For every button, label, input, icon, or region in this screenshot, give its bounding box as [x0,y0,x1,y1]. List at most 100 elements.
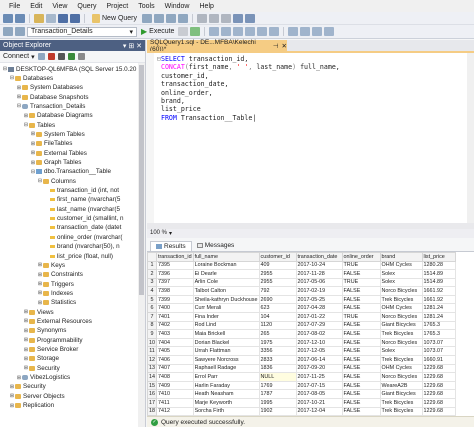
tree-node[interactable]: ⊞ Programmability [0,336,83,344]
table-cell[interactable]: 1514.89 [421,269,456,279]
tree-node[interactable]: transaction_date (datet [0,224,121,232]
table-cell[interactable]: 7405 [156,346,194,357]
table-cell[interactable]: FALSE [341,337,381,348]
table-cell[interactable]: TRUE [341,312,381,322]
table-row[interactable]: 16 7410 Heath Neasham 1787 2017-08-05 FALSE Gi… [147,389,456,399]
table-cell[interactable]: 1073.07 [421,337,456,348]
table-cell[interactable]: 1120 [258,320,297,331]
table-cell[interactable]: 2690 [258,294,297,305]
tree-node[interactable]: list_price (float, null) [0,252,113,260]
connect-icon[interactable] [3,27,13,36]
uncomment-icon[interactable] [300,27,311,36]
tree-node[interactable]: ⊞ Service Broker [0,346,78,354]
decrease-indent-icon[interactable] [312,27,323,36]
open-file-icon[interactable] [46,13,56,23]
table-row[interactable]: 5 7399 Sheila-kathryn Duckhouse 2690 2017-05… [147,294,456,305]
cut-icon[interactable] [197,13,208,23]
tree-node[interactable]: ⊞ Graph Tables [0,159,81,167]
menu-item-window[interactable]: Window [160,3,195,10]
results-grid[interactable]: transaction_id full_name customer_id transa… [147,251,474,416]
table-cell[interactable]: Fina Inder [192,312,260,322]
tree-node[interactable]: ⊞ Views [0,308,54,316]
table-cell[interactable]: TRUE [341,260,381,271]
table-cell[interactable]: 2017-09-20 [295,363,343,374]
table-cell[interactable]: Norco Bicycles [379,337,423,348]
table-cell[interactable]: 2017-12-04 [295,406,343,416]
table-cell[interactable]: 2017-06-14 [295,355,343,365]
filter-icon[interactable] [57,53,65,60]
table-cell[interactable]: 1902 [258,406,297,416]
comment-icon[interactable] [288,27,299,36]
tree-node[interactable]: brand (nvarchar(50), n [0,243,120,251]
table-row[interactable]: 7 7401 Fina Inder 104 2017-01-22 TRUE Norco Bi… [147,312,456,322]
row-number[interactable]: 13 [147,363,157,374]
table-cell[interactable]: 7399 [156,294,194,305]
increase-indent-icon[interactable] [324,27,335,36]
table-row[interactable]: 6 7400 Curr Merali 623 2017-04-28 FALSE OHM Cy… [147,303,456,314]
table-cell[interactable]: 7406 [156,355,194,365]
table-cell[interactable]: WeareA2B [379,380,423,391]
query-editor[interactable]: ⊟SELECT transaction_id, CONCAT(first_nam… [147,51,474,231]
table-cell[interactable]: 1765.3 [421,320,456,331]
new-file-icon[interactable] [34,13,44,23]
row-number[interactable]: 4 [147,286,157,296]
table-cell[interactable]: 1975 [258,337,297,348]
table-cell[interactable]: OHM Cycles [379,363,423,374]
table-cell[interactable]: 7400 [156,303,194,314]
table-cell[interactable]: FALSE [341,320,381,331]
table-cell[interactable]: 7410 [156,389,194,399]
row-number[interactable]: 14 [147,372,157,382]
tree-node[interactable]: ⊞ FileTables [0,140,72,148]
column-header-customer-id[interactable]: customer_id [258,252,297,262]
table-cell[interactable]: 104 [258,312,297,322]
table-cell[interactable]: 2017-08-02 [295,329,343,339]
table-cell[interactable]: 1229.68 [421,389,456,399]
column-header-list-price[interactable]: list_price [421,252,456,262]
table-cell[interactable]: FALSE [341,286,381,296]
table-cell[interactable]: 1995 [258,398,297,408]
table-cell[interactable]: Talbot Calton [192,286,260,296]
table-cell[interactable]: Giant Bicycles [379,389,423,399]
intellisense-icon[interactable] [233,27,244,36]
table-cell[interactable]: FALSE [341,329,381,339]
table-cell[interactable]: Arlin Cole [192,277,260,288]
table-cell[interactable]: FALSE [341,372,381,382]
tree-node[interactable]: last_name (nvarchar(5 [0,205,120,213]
row-number[interactable]: 10 [147,337,157,348]
row-number[interactable]: 8 [147,320,157,331]
table-cell[interactable]: Urrah Flattman [192,346,260,357]
table-cell[interactable]: Trek Bicycles [379,329,423,339]
row-number[interactable]: 6 [147,303,157,314]
table-cell[interactable]: Norco Bicycles [379,312,423,322]
forward-icon[interactable] [15,13,25,23]
table-cell[interactable]: 7407 [156,363,194,374]
change-connection-icon[interactable] [15,27,25,36]
table-cell[interactable]: FALSE [341,398,381,408]
tree-node[interactable]: ⊟ dbo.Transaction__Table [0,168,111,176]
tree-node[interactable]: ⊞ System Tables [0,130,85,138]
table-cell[interactable]: 7395 [156,260,194,271]
table-cell[interactable]: 7408 [156,372,194,382]
table-cell[interactable]: 2955 [258,277,297,288]
tree-vertical-scrollbar[interactable] [138,63,145,427]
tree-node[interactable]: ⊟ Transaction_Details [0,102,86,110]
table-cell[interactable]: 2017-07-15 [295,380,343,391]
tree-node[interactable]: ⊞ Triggers [0,280,74,288]
table-cell[interactable]: 1765.3 [421,329,456,339]
table-row[interactable]: 1 7395 Loraine Bockman 409 2017-10-24 TRUE OHM… [147,260,456,271]
table-cell[interactable]: FALSE [341,303,381,314]
tree-node[interactable]: ⊟ Tables [0,121,55,129]
row-number[interactable]: 2 [147,269,157,279]
table-cell[interactable]: Trek Bicycles [379,294,423,305]
table-cell[interactable]: 1229.68 [421,406,456,416]
table-cell[interactable]: Solex [379,277,423,288]
tree-node[interactable]: ⊞ Keys [0,261,65,269]
tree-node[interactable]: ⊞ Security [0,364,60,372]
table-cell[interactable]: 792 [258,286,297,296]
table-cell[interactable]: Harlin Faraday [192,380,260,391]
table-cell[interactable]: TRUE [341,277,381,288]
column-header-online-order[interactable]: online_order [341,252,381,262]
tree-node[interactable]: ⊟ DESKTOP-QL6MFBA (SQL Server 15.0.20 [0,65,137,73]
table-cell[interactable]: 2833 [258,355,297,365]
tab-messages[interactable]: Messages [192,241,240,251]
